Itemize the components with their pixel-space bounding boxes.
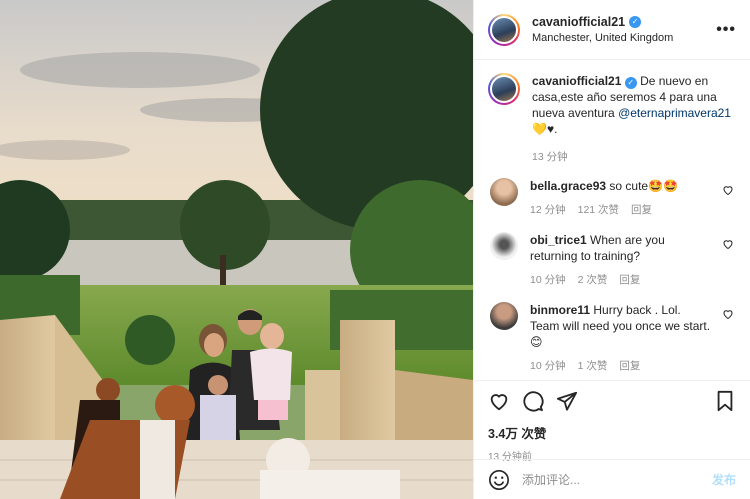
- more-icon[interactable]: •••: [716, 21, 736, 39]
- share-icon[interactable]: [556, 390, 578, 412]
- likes-count[interactable]: 3.4万 次赞: [488, 423, 736, 442]
- comment-likes[interactable]: 2 次赞: [578, 272, 608, 288]
- avatar[interactable]: [490, 178, 518, 206]
- avatar[interactable]: [490, 232, 518, 260]
- comment-username[interactable]: bella.grace93: [530, 179, 606, 193]
- comment-time[interactable]: 12 分钟: [530, 202, 566, 218]
- comment-time[interactable]: 10 分钟: [530, 272, 566, 288]
- comment-text: so cute🤩🤩: [609, 179, 678, 193]
- username-link[interactable]: cavaniofficial21: [532, 15, 625, 29]
- reply-button[interactable]: 回复: [619, 358, 640, 374]
- list-item: obi_trice1 When are you returning to tra…: [488, 232, 736, 288]
- heart-icon[interactable]: [722, 308, 734, 320]
- action-bar: 3.4万 次赞 13 分钟前: [474, 380, 750, 463]
- verified-icon: ✓: [624, 77, 637, 89]
- post-header: cavaniofficial21 ✓ Manchester, United Ki…: [474, 0, 750, 60]
- heart-icon[interactable]: [722, 238, 734, 250]
- reply-button[interactable]: 回复: [619, 272, 640, 288]
- comment-likes[interactable]: 121 次赞: [578, 202, 619, 218]
- caption: cavaniofficial21 ✓ De nuevo en casa,este…: [488, 73, 736, 164]
- caption-username[interactable]: cavaniofficial21: [532, 74, 621, 88]
- avatar[interactable]: [488, 73, 520, 105]
- comment-icon[interactable]: [522, 390, 544, 412]
- list-item: binmore11 Hurry back . Lol. Team will ne…: [488, 302, 736, 374]
- caption-time[interactable]: 13 分钟: [532, 149, 736, 164]
- comments-list[interactable]: cavaniofficial21 ✓ De nuevo en casa,este…: [474, 61, 750, 379]
- avatar[interactable]: [488, 13, 520, 46]
- reply-button[interactable]: 回复: [631, 202, 652, 218]
- list-item: bella.grace93 so cute🤩🤩 12 分钟 121 次赞 回复: [488, 178, 736, 218]
- caption-tail: 💛♥.: [532, 122, 558, 136]
- add-comment-bar: 发布: [474, 459, 750, 499]
- comment-username[interactable]: obi_trice1: [530, 233, 587, 247]
- post-comment-button[interactable]: 发布: [712, 471, 736, 488]
- bookmark-icon[interactable]: [714, 390, 736, 412]
- comment-username[interactable]: binmore11: [530, 303, 590, 317]
- emoji-icon[interactable]: [488, 469, 510, 491]
- heart-icon[interactable]: [722, 184, 734, 196]
- post-photo[interactable]: [0, 0, 473, 499]
- verified-icon: ✓: [629, 16, 642, 28]
- comment-input[interactable]: [522, 472, 712, 487]
- comment-time[interactable]: 10 分钟: [530, 358, 566, 374]
- family-garden-photo: [0, 0, 473, 499]
- mention-link[interactable]: @eternaprimavera21: [618, 106, 731, 120]
- avatar[interactable]: [490, 302, 518, 330]
- comment-likes[interactable]: 1 次赞: [578, 358, 608, 374]
- heart-icon[interactable]: [488, 390, 510, 412]
- post-side-panel: cavaniofficial21 ✓ Manchester, United Ki…: [473, 0, 750, 499]
- location-link[interactable]: Manchester, United Kingdom: [532, 32, 716, 44]
